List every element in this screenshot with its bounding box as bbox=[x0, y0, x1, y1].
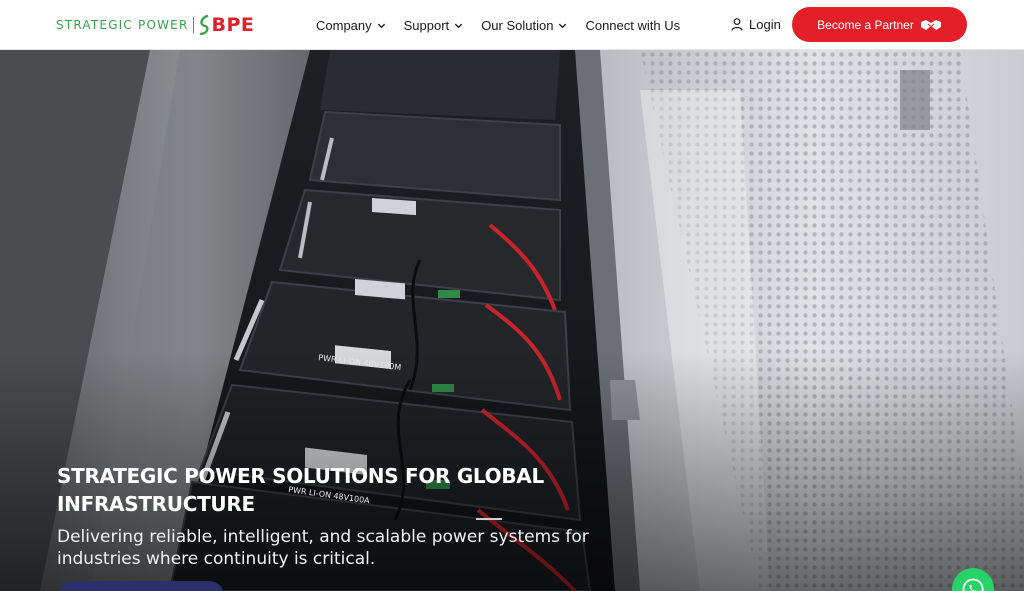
nav-our-solution[interactable]: Our Solution bbox=[481, 18, 567, 33]
hero-cta-button[interactable] bbox=[58, 581, 224, 591]
user-icon bbox=[731, 18, 743, 31]
nav-support-label: Support bbox=[403, 17, 450, 33]
logo-mark: BPE bbox=[198, 14, 255, 36]
site-header: STRATEGIC POWER BPE Company Support Our … bbox=[0, 0, 1024, 50]
main-nav: Company Support Our Solution Connect wit… bbox=[316, 0, 698, 50]
hero-title: STRATEGIC POWER SOLUTIONS FOR GLOBAL INF… bbox=[57, 464, 544, 516]
chevron-down-icon bbox=[559, 23, 567, 28]
chevron-down-icon bbox=[377, 23, 385, 28]
logo[interactable]: STRATEGIC POWER BPE bbox=[56, 14, 254, 36]
logo-divider bbox=[192, 17, 194, 33]
nav-support[interactable]: Support bbox=[404, 18, 464, 33]
become-partner-button[interactable]: Become a Partner bbox=[792, 7, 967, 42]
chevron-down-icon bbox=[455, 23, 463, 28]
module-label-1: PWR LI-ON 48V100M bbox=[318, 353, 402, 372]
hero-divider bbox=[476, 518, 502, 520]
whatsapp-icon bbox=[962, 578, 984, 591]
logo-text: STRATEGIC POWER bbox=[56, 18, 189, 32]
nav-our-solution-label: Our Solution bbox=[481, 17, 554, 33]
nav-company-label: Company bbox=[316, 17, 372, 33]
login-label: Login bbox=[749, 17, 781, 32]
nav-connect-with-us[interactable]: Connect with Us bbox=[585, 18, 680, 33]
nav-connect-label: Connect with Us bbox=[585, 17, 681, 33]
logo-mark-text: BPE bbox=[211, 14, 255, 36]
nav-company[interactable]: Company bbox=[316, 18, 386, 33]
partner-button-label: Become a Partner bbox=[817, 17, 914, 32]
handshake-icon bbox=[920, 19, 941, 30]
logo-swoosh-icon bbox=[199, 15, 209, 35]
hero-subtitle: Delivering reliable, intelligent, and sc… bbox=[57, 527, 589, 569]
login-link[interactable]: Login bbox=[731, 17, 781, 32]
